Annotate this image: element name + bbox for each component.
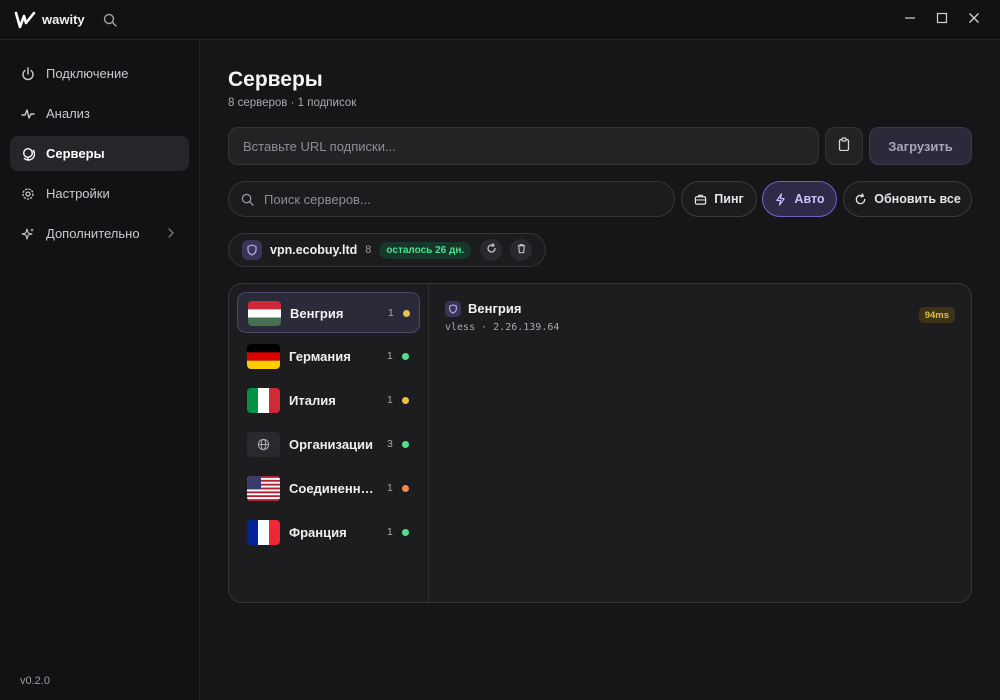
days-left-badge: осталось 26 дн. bbox=[379, 241, 472, 259]
status-dot bbox=[402, 529, 409, 536]
subscription-name: vpn.ecobuy.ltd bbox=[270, 243, 358, 257]
server-info: vless · 2.26.139.64 bbox=[445, 322, 560, 333]
sidebar-item-connection[interactable]: Подключение bbox=[10, 56, 189, 91]
search-placeholder: Поиск серверов... bbox=[264, 191, 371, 207]
auto-label: Авто bbox=[794, 192, 825, 206]
page-title: Серверы bbox=[228, 68, 323, 91]
sidebar-item-settings[interactable]: Настройки bbox=[10, 176, 189, 211]
status-dot bbox=[402, 397, 409, 404]
status-dot bbox=[402, 441, 409, 448]
server-search-input[interactable]: Поиск серверов... bbox=[228, 181, 675, 217]
germany-flag-icon bbox=[247, 344, 280, 369]
minimize-icon bbox=[904, 11, 916, 29]
sidebar-item-label: Настройки bbox=[46, 186, 110, 201]
country-item-france[interactable]: Франция 1 bbox=[237, 512, 420, 553]
search-icon[interactable] bbox=[103, 12, 119, 28]
country-name: Венгрия bbox=[290, 306, 344, 321]
auto-button[interactable]: Авто bbox=[762, 181, 837, 217]
country-item-organizations[interactable]: Организации 3 bbox=[237, 424, 420, 465]
sidebar-item-label: Дополнительно bbox=[46, 226, 140, 241]
app-name: wawity bbox=[42, 12, 85, 27]
ping-label: Пинг bbox=[714, 192, 744, 206]
bolt-icon bbox=[774, 192, 788, 206]
logo-icon bbox=[14, 9, 36, 31]
close-icon bbox=[968, 11, 980, 29]
maximize-button[interactable] bbox=[926, 0, 958, 40]
status-dot bbox=[402, 353, 409, 360]
refresh-all-label: Обновить все bbox=[874, 192, 961, 206]
close-button[interactable] bbox=[958, 0, 990, 40]
sparkles-icon bbox=[20, 226, 36, 242]
country-list: Венгрия 1 Германия 1 Италия 1 Организаци… bbox=[229, 284, 429, 602]
subscription-chip[interactable]: vpn.ecobuy.ltd 8 осталось 26 дн. bbox=[228, 233, 546, 267]
country-name: Италия bbox=[289, 393, 336, 408]
country-count: 1 bbox=[387, 526, 393, 538]
sidebar-item-label: Серверы bbox=[46, 146, 105, 161]
country-name: Организации bbox=[289, 437, 374, 452]
subscription-url-input[interactable]: Вставьте URL подписки... bbox=[228, 127, 819, 165]
country-name: Соединенные Штаты bbox=[289, 481, 377, 496]
shield-icon bbox=[242, 240, 262, 260]
sidebar-item-label: Анализ bbox=[46, 106, 90, 121]
ping-badge: 94ms bbox=[918, 307, 955, 323]
subscription-count: 8 bbox=[365, 244, 372, 256]
country-count: 1 bbox=[387, 394, 393, 406]
sidebar-item-servers[interactable]: Серверы bbox=[10, 136, 189, 171]
sidebar-item-label: Подключение bbox=[46, 66, 129, 81]
globe-icon bbox=[20, 146, 36, 162]
search-icon bbox=[241, 192, 255, 206]
sidebar: Подключение Анализ Серверы Настройки Доп… bbox=[0, 40, 200, 700]
chevron-right-icon bbox=[167, 227, 177, 239]
country-count: 1 bbox=[388, 307, 394, 319]
hungary-flag-icon bbox=[248, 301, 281, 326]
refresh-icon bbox=[854, 192, 868, 206]
ping-button[interactable]: Пинг bbox=[681, 181, 757, 217]
country-name: Франция bbox=[289, 525, 347, 540]
italy-flag-icon bbox=[247, 388, 280, 413]
sidebar-item-more[interactable]: Дополнительно bbox=[10, 216, 189, 251]
country-item-germany[interactable]: Германия 1 bbox=[237, 336, 420, 377]
page-subtitle: 8 серверов · 1 подписок bbox=[228, 97, 357, 109]
shield-icon bbox=[445, 301, 461, 317]
globe-icon bbox=[247, 432, 280, 457]
france-flag-icon bbox=[247, 520, 280, 545]
refresh-all-button[interactable]: Обновить все bbox=[843, 181, 972, 217]
servers-panel: Венгрия 1 Германия 1 Италия 1 Организаци… bbox=[228, 283, 972, 603]
delete-subscription-button[interactable] bbox=[510, 239, 533, 261]
clipboard-icon bbox=[837, 136, 851, 156]
country-name: Германия bbox=[289, 349, 351, 364]
country-item-hungary[interactable]: Венгрия 1 bbox=[237, 292, 420, 333]
sidebar-item-analysis[interactable]: Анализ bbox=[10, 96, 189, 131]
country-item-usa[interactable]: Соединенные Штаты 1 bbox=[237, 468, 420, 509]
refresh-subscription-button[interactable] bbox=[480, 239, 503, 261]
title-bar: wawity bbox=[0, 0, 1000, 40]
gear-icon bbox=[20, 186, 36, 202]
server-detail: Венгрия vless · 2.26.139.64 94ms bbox=[429, 284, 971, 602]
status-dot bbox=[403, 310, 410, 317]
refresh-icon bbox=[486, 241, 497, 259]
briefcase-icon bbox=[694, 192, 708, 206]
server-item[interactable]: Венгрия vless · 2.26.139.64 94ms bbox=[445, 298, 955, 338]
main-content: Серверы 8 серверов · 1 подписок Вставьте… bbox=[201, 40, 1000, 700]
minimize-button[interactable] bbox=[894, 0, 926, 40]
maximize-icon bbox=[936, 11, 948, 29]
country-count: 1 bbox=[387, 482, 393, 494]
power-icon bbox=[20, 66, 36, 82]
country-item-italy[interactable]: Италия 1 bbox=[237, 380, 420, 421]
country-count: 1 bbox=[387, 350, 393, 362]
load-button[interactable]: Загрузить bbox=[869, 127, 972, 165]
country-count: 3 bbox=[387, 438, 393, 450]
app-version: v0.2.0 bbox=[20, 675, 50, 687]
status-dot bbox=[402, 485, 409, 492]
usa-flag-icon bbox=[247, 476, 280, 501]
server-name: Венгрия bbox=[468, 301, 522, 316]
paste-button[interactable] bbox=[825, 127, 863, 165]
trash-icon bbox=[516, 241, 527, 259]
pulse-icon bbox=[20, 106, 36, 122]
